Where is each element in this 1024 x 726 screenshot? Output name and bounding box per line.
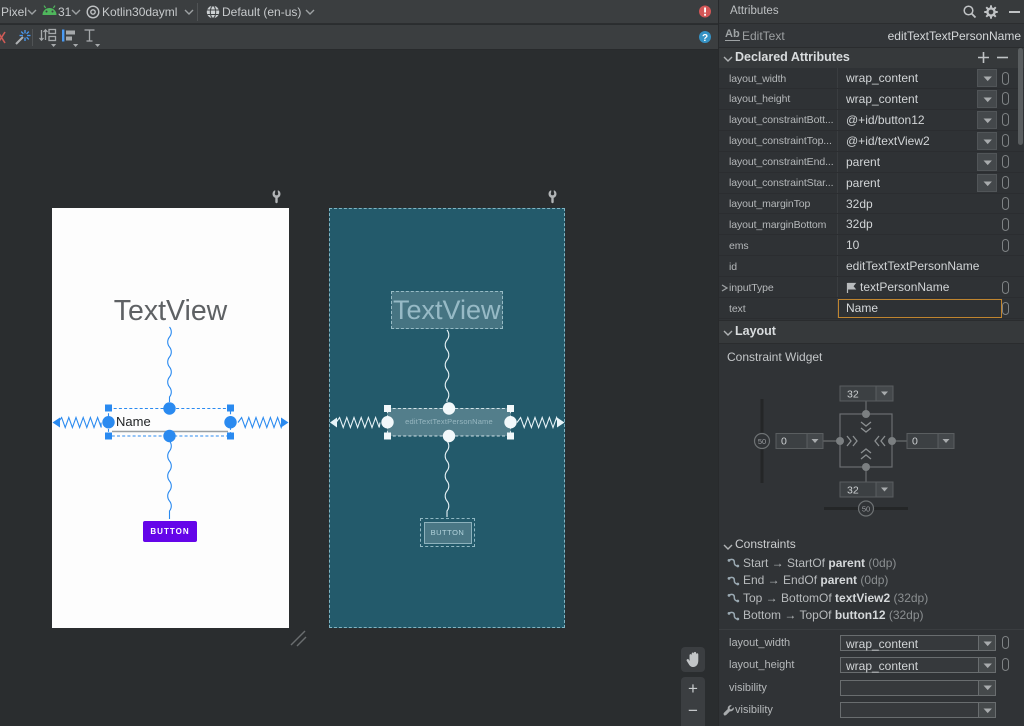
svg-text:50: 50: [862, 505, 870, 514]
svg-text:50: 50: [758, 437, 766, 446]
svg-text:?: ?: [702, 33, 708, 44]
svg-text:32: 32: [847, 485, 859, 497]
svg-text:0: 0: [781, 436, 787, 448]
svg-text:32: 32: [847, 389, 859, 401]
svg-text:0: 0: [912, 436, 918, 448]
